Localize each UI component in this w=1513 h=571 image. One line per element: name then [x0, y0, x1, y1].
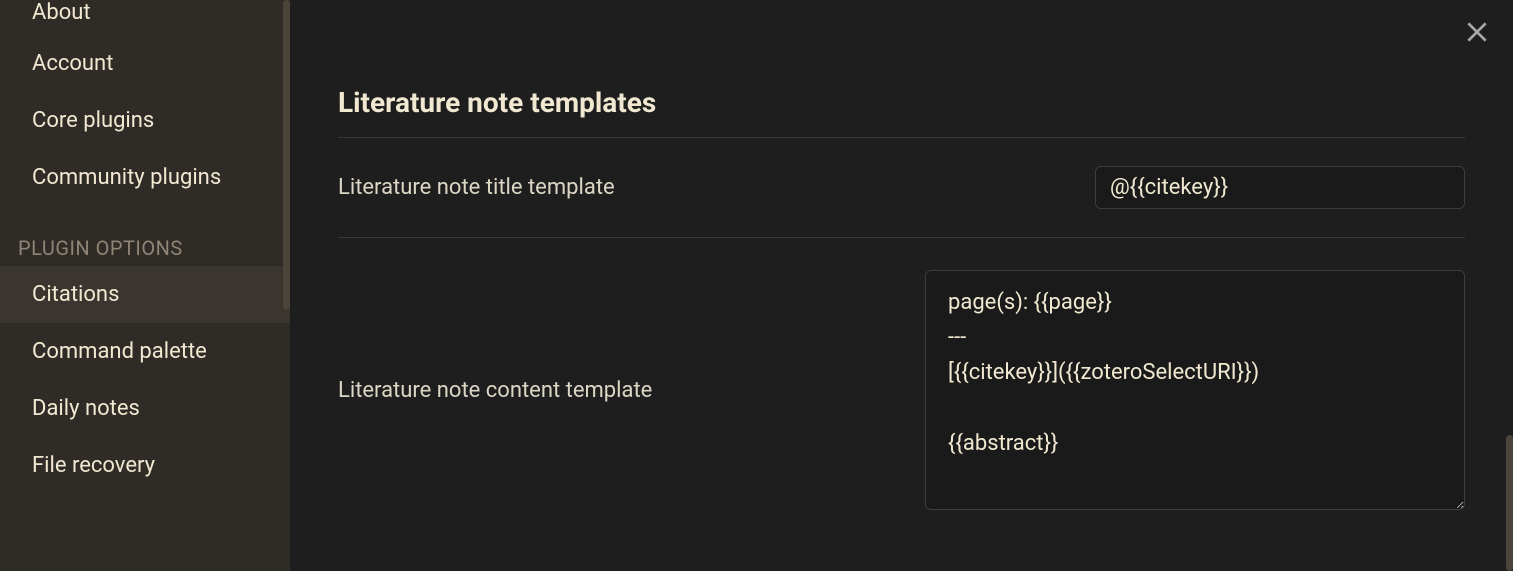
- sidebar-item-file-recovery[interactable]: File recovery: [0, 437, 290, 494]
- setting-row-content-template: Literature note content template: [338, 238, 1465, 542]
- sidebar-item-label: Daily notes: [32, 396, 140, 421]
- close-button[interactable]: [1459, 14, 1495, 50]
- setting-row-title-template: Literature note title template: [338, 138, 1465, 238]
- setting-label: Literature note content template: [338, 378, 652, 403]
- settings-main-panel: Literature note templates Literature not…: [290, 0, 1513, 571]
- sidebar-scrollbar-thumb[interactable]: [283, 0, 290, 310]
- sidebar-item-about[interactable]: About: [0, 0, 290, 35]
- sidebar-item-label: About: [32, 0, 91, 25]
- section-title: Literature note templates: [338, 86, 1465, 119]
- sidebar-item-core-plugins[interactable]: Core plugins: [0, 92, 290, 149]
- close-icon: [1464, 19, 1490, 45]
- sidebar-item-citations[interactable]: Citations: [0, 266, 290, 323]
- sidebar-item-label: Account: [32, 51, 113, 76]
- setting-label: Literature note title template: [338, 175, 615, 200]
- title-template-input[interactable]: [1095, 166, 1465, 209]
- main-scrollbar-thumb[interactable]: [1506, 435, 1513, 571]
- sidebar-item-label: Core plugins: [32, 108, 154, 133]
- sidebar-item-label: Citations: [32, 282, 119, 307]
- sidebar-item-label: Community plugins: [32, 165, 221, 190]
- sidebar-item-daily-notes[interactable]: Daily notes: [0, 380, 290, 437]
- sidebar-item-community-plugins[interactable]: Community plugins: [0, 149, 290, 206]
- sidebar-item-label: Command palette: [32, 339, 207, 364]
- sidebar-item-command-palette[interactable]: Command palette: [0, 323, 290, 380]
- content-template-textarea[interactable]: [925, 270, 1465, 510]
- sidebar-section-header: PLUGIN OPTIONS: [0, 206, 290, 266]
- settings-sidebar: About Account Core plugins Community plu…: [0, 0, 290, 571]
- sidebar-item-account[interactable]: Account: [0, 35, 290, 92]
- sidebar-item-label: File recovery: [32, 453, 155, 478]
